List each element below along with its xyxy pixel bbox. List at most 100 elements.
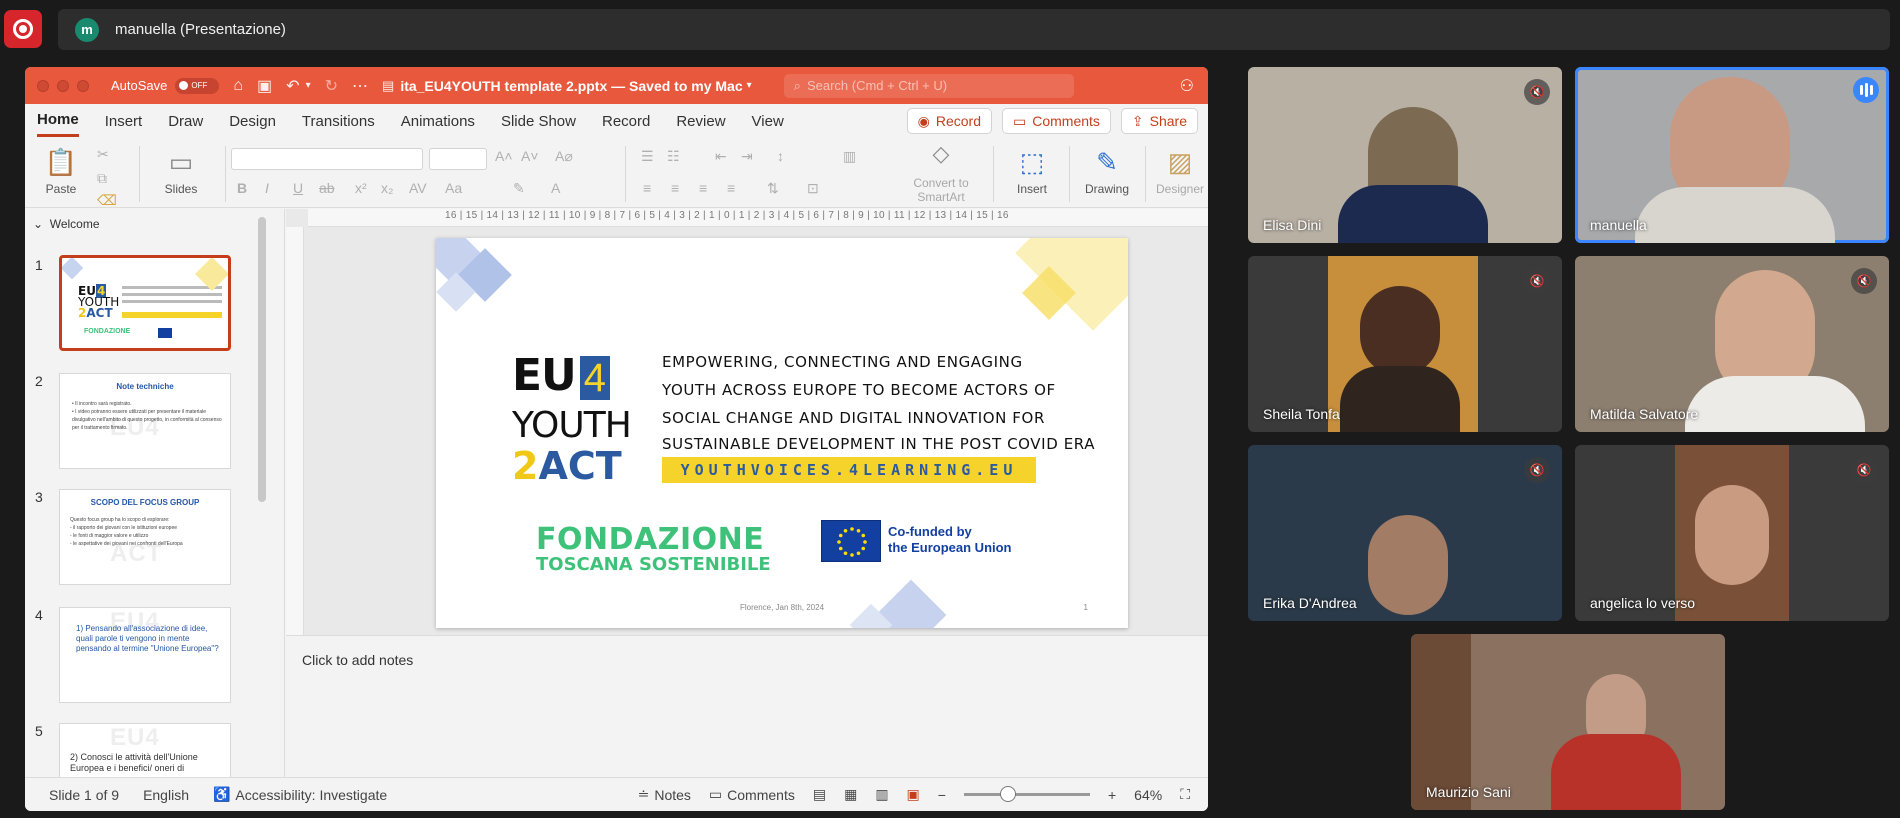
slide-thumbnail-1[interactable]: EU4 YOUTH 2ACT FONDAZIONE [59,255,231,351]
tab-slide-show[interactable]: Slide Show [501,107,576,136]
participant-tile[interactable]: 🔇 Erika D'Andrea [1248,445,1562,621]
horizontal-ruler[interactable]: 16 | 15 | 14 | 13 | 12 | 11 | 10 | 9 | 8… [308,209,1208,227]
slide-thumbnail-2[interactable]: EU4 Note techniche • Il incontro sarà re… [59,373,231,469]
tab-review[interactable]: Review [676,107,725,136]
close-window-button[interactable] [37,79,49,92]
fit-to-window-icon[interactable]: ⛶ [1180,786,1190,803]
participant-tile[interactable]: 🔇 Matilda Salvatore [1575,256,1889,432]
text-direction-icon[interactable]: ⇅ [767,180,779,197]
participant-tile-speaking[interactable]: manuella [1575,67,1889,243]
normal-view-icon[interactable]: ▤ [813,786,826,803]
participant-tile[interactable]: Maurizio Sani [1411,634,1725,810]
insert-button[interactable]: ⬚ Insert [1003,142,1061,196]
record-stop-button[interactable] [4,10,42,48]
superscript-icon[interactable]: x² [355,180,367,196]
notes-toggle-button[interactable]: ≐ Notes [638,786,691,803]
underline-icon[interactable]: U [293,180,303,196]
tab-insert[interactable]: Insert [105,107,143,136]
character-spacing-icon[interactable]: AV [409,180,427,196]
subscript-icon[interactable]: x₂ [381,180,393,196]
record-button[interactable]: ◉ Record [906,108,992,134]
slide-sorter-icon[interactable]: ▦ [844,786,857,803]
reading-view-icon[interactable]: ▥ [875,786,888,803]
font-size-select[interactable] [429,148,487,170]
thumbnail-scrollbar[interactable] [258,217,266,502]
tab-draw[interactable]: Draw [168,107,203,136]
justify-icon[interactable]: ≡ [727,180,735,196]
decrease-font-icon[interactable]: A˅ [521,148,539,164]
language-status[interactable]: English [143,787,189,803]
tab-home[interactable]: Home [37,105,79,137]
increase-indent-icon[interactable]: ⇥ [741,148,753,165]
zoom-slider-handle[interactable] [1000,786,1017,802]
document-title[interactable]: ita_EU4YOUTH template 2.pptx — Saved to … [400,78,742,94]
slide-thumbnail-5[interactable]: EU4 2) Conosci le attività dell'Unione E… [59,723,231,777]
vertical-ruler[interactable] [286,227,304,635]
comment-icon: ▭ [708,786,723,802]
current-slide[interactable]: EU 4 YOUTH 2ACT EMPOWERING, CONNECTING AN… [436,238,1128,628]
minimize-window-button[interactable] [57,79,69,92]
designer-button[interactable]: ▨ Designer [1153,142,1207,196]
convert-smartart-button[interactable]: ◇ Convert to SmartArt [897,142,985,205]
highlight-icon[interactable]: ✎ [513,180,525,197]
presenter-view-icon[interactable]: ▣ [907,786,920,803]
share-people-icon[interactable]: ⚇ [1180,76,1194,96]
comments-toggle-button[interactable]: ▭ Comments [709,786,795,803]
tab-view[interactable]: View [752,107,784,136]
autosave-toggle[interactable]: OFF [175,77,220,94]
tab-design[interactable]: Design [229,107,276,136]
more-icon[interactable]: ⋯ [352,76,368,96]
title-chevron-icon[interactable]: ▾ [747,80,752,91]
align-left-icon[interactable]: ≡ [643,180,651,196]
slide-thumbnail-3[interactable]: ACT SCOPO DEL FOCUS GROUP Questo focus g… [59,489,231,585]
save-icon[interactable]: ▣ [257,76,272,96]
comments-button[interactable]: ▭ Comments [1001,108,1111,134]
paste-button[interactable]: 📋 Paste [35,142,87,196]
zoom-in-icon[interactable]: + [1108,787,1116,803]
undo-dropdown-icon[interactable]: ▾ [306,80,311,91]
zoom-slider[interactable] [963,786,1090,802]
notes-icon: ≐ [637,786,650,802]
tab-record[interactable]: Record [602,107,650,136]
zoom-out-icon[interactable]: − [938,787,946,803]
notes-pane[interactable]: Click to add notes [286,635,1208,777]
redo-icon[interactable]: ↻ [325,76,338,96]
change-case-icon[interactable]: Aa [445,180,462,196]
align-center-icon[interactable]: ≡ [671,180,679,196]
bullets-icon[interactable]: ☰ [641,148,654,165]
bold-icon[interactable]: B [237,180,247,196]
home-icon[interactable]: ⌂ [233,77,243,95]
decrease-indent-icon[interactable]: ⇤ [715,148,727,165]
thumb-deco-blue [62,258,84,280]
zoom-window-button[interactable] [77,79,89,92]
strikethrough-icon[interactable]: ab [319,180,335,196]
font-color-icon[interactable]: A [551,180,560,196]
clear-format-icon[interactable]: A⌀ [555,148,573,165]
align-right-icon[interactable]: ≡ [699,180,707,196]
align-text-icon[interactable]: ⊡ [807,180,819,197]
tab-animations[interactable]: Animations [401,107,475,136]
increase-font-icon[interactable]: A˄ [495,148,513,164]
participant-tile[interactable]: 🔇 angelica lo verso [1575,445,1889,621]
cut-icon[interactable]: ✂ [97,146,109,163]
section-header[interactable]: ⌄ Welcome [33,217,100,231]
format-painter-icon[interactable]: ⌫ [97,192,117,209]
line-spacing-icon[interactable]: ↕ [777,148,784,164]
numbering-icon[interactable]: ☷ [667,148,680,165]
tab-transitions[interactable]: Transitions [302,107,375,136]
accessibility-status[interactable]: ♿ Accessibility: Investigate [213,786,387,803]
presenter-banner[interactable]: m manuella (Presentazione) [58,9,1890,50]
slide-thumbnail-4[interactable]: EU4 1) Pensando all'associazione di idee… [59,607,231,703]
font-family-select[interactable] [231,148,423,170]
search-input[interactable]: ⌕ Search (Cmd + Ctrl + U) [783,73,1074,98]
slides-button[interactable]: ▭ Slides [153,142,209,196]
italic-icon[interactable]: I [265,180,269,196]
share-button[interactable]: ⇪ Share [1120,108,1198,134]
columns-icon[interactable]: ▥ [843,148,856,165]
drawing-button[interactable]: ✎ Drawing [1077,142,1137,196]
participant-tile[interactable]: 🔇 Sheila Tonfa [1248,256,1562,432]
zoom-level[interactable]: 64% [1134,787,1162,803]
undo-icon[interactable]: ↶ [286,76,299,96]
copy-icon[interactable]: ⧉ [97,170,107,187]
participant-tile[interactable]: 🔇 Elisa Dini [1248,67,1562,243]
